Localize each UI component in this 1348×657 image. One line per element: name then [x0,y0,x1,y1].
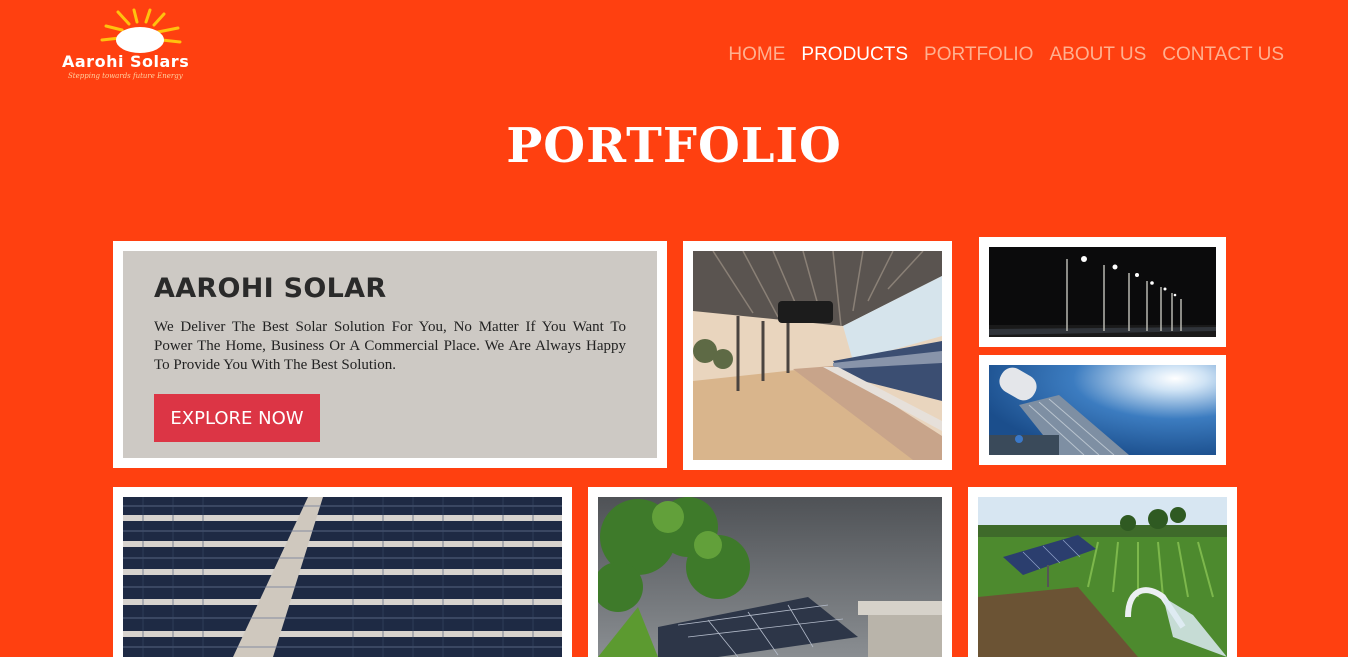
portfolio-image-rooftop-solar[interactable] [588,487,952,657]
logo-tagline: Stepping towards future Energy [68,72,183,80]
solar-water-pump-photo [978,497,1227,657]
page-title: PORTFOLIO [506,118,842,174]
explore-now-button[interactable]: EXPLORE NOW [154,394,320,442]
solar-water-heater-photo [989,365,1216,455]
nav-about-us[interactable]: ABOUT US [1049,44,1146,66]
main-nav: HOME PRODUCTS PORTFOLIO ABOUT US CONTACT… [728,44,1284,66]
portfolio-image-solar-water-pump[interactable] [968,487,1237,657]
nav-portfolio[interactable]: PORTFOLIO [924,44,1033,66]
portfolio-image-solar-water-heater[interactable] [979,355,1226,465]
rooftop-solar-photo [598,497,942,657]
feature-card: AAROHI SOLAR We Deliver The Best Solar S… [113,241,667,468]
feature-title: AAROHI SOLAR [154,273,387,304]
nav-contact-us[interactable]: CONTACT US [1162,44,1284,66]
portfolio-image-solar-farm[interactable] [113,487,572,657]
feature-text: We Deliver The Best Solar Solution For Y… [154,319,626,373]
nav-home[interactable]: HOME [728,44,785,66]
logo-name: Aarohi Solars [62,52,190,71]
street-lights-photo [989,247,1216,337]
site-logo[interactable]: Aarohi Solars Stepping towards future En… [58,8,218,86]
feature-panel: AAROHI SOLAR We Deliver The Best Solar S… [123,251,657,458]
solar-farm-photo [123,497,562,657]
sun-logo-icon [100,8,182,53]
portfolio-image-railway-station[interactable] [683,241,952,470]
portfolio-image-street-lights[interactable] [979,237,1226,347]
nav-products[interactable]: PRODUCTS [801,44,908,66]
railway-station-photo [693,251,942,460]
